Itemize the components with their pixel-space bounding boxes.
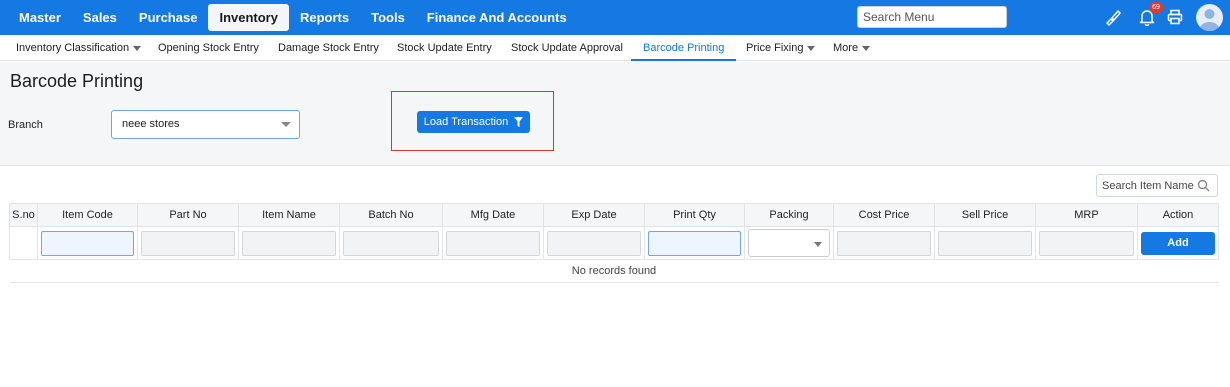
item-name-cell [238,226,340,260]
chevron-down-icon [862,45,871,51]
no-records-message: No records found [9,259,1219,283]
print-qty-input[interactable] [648,230,741,256]
col-cost-price: Cost Price [833,203,935,227]
tab-barcode-printing[interactable]: Barcode Printing [631,35,737,61]
menu-master[interactable]: Master [8,4,72,31]
mrp-cell [1035,226,1138,260]
menu-reports[interactable]: Reports [289,4,360,31]
dropdown-arrow-icon [814,242,822,247]
table-header-row: S.no Item Code Part No Item Name Batch N… [9,203,1219,227]
col-packing: Packing [744,203,834,227]
menu-tools[interactable]: Tools [360,4,416,31]
sell-price-input[interactable] [938,230,1032,256]
sno-cell [9,226,38,260]
tab-price-fixing[interactable]: Price Fixing [746,35,816,61]
exp-date-cell [543,226,645,260]
search-menu-input[interactable] [857,6,1007,28]
batch-no-input[interactable] [343,230,439,256]
mfg-date-cell [442,226,544,260]
dropdown-arrow-icon [281,122,291,127]
tab-label: Price Fixing [746,42,804,54]
chevron-down-icon [807,45,816,51]
table-empty-row: No records found [9,259,1219,283]
col-part-no: Part No [137,203,239,227]
menu-purchase[interactable]: Purchase [128,4,209,31]
cost-price-cell [833,226,935,260]
brush-icon[interactable] [1103,7,1123,27]
tab-opening-stock-entry[interactable]: Opening Stock Entry [158,35,259,61]
branch-select[interactable]: neee stores [111,110,300,139]
mrp-input[interactable] [1039,230,1134,256]
col-item-code: Item Code [37,203,138,227]
sub-navbar: Inventory Classification Opening Stock E… [0,35,1230,61]
load-transaction-label: Load Transaction [423,116,509,128]
col-exp-date: Exp Date [543,203,645,227]
menu-finance-and-accounts[interactable]: Finance And Accounts [416,4,578,31]
add-button[interactable]: Add [1141,231,1215,255]
load-transaction-button[interactable]: Load Transaction [417,111,530,133]
search-icon [1197,179,1210,192]
tab-label: Inventory Classification [16,42,130,54]
col-print-qty: Print Qty [644,203,745,227]
col-mfg-date: Mfg Date [442,203,544,227]
col-sno: S.no [9,203,38,227]
tab-inventory-classification[interactable]: Inventory Classification [16,35,142,61]
main-menu: Master Sales Purchase Inventory Reports … [8,4,578,31]
table-entry-row: Add [9,226,1219,260]
packing-select[interactable] [748,229,830,257]
item-name-input[interactable] [242,230,336,256]
tab-stock-update-approval[interactable]: Stock Update Approval [511,35,623,61]
cost-price-input[interactable] [837,230,931,256]
packing-cell [744,226,834,260]
menu-inventory[interactable]: Inventory [208,4,289,31]
menu-sales[interactable]: Sales [72,4,128,31]
item-code-input[interactable] [41,230,134,256]
exp-date-input[interactable] [547,230,641,256]
sell-price-cell [934,226,1036,260]
branch-value: neee stores [122,118,180,130]
tab-label: More [833,42,859,54]
tab-stock-update-entry[interactable]: Stock Update Entry [397,35,492,61]
branch-label: Branch [8,119,43,131]
top-navbar: Master Sales Purchase Inventory Reports … [0,0,1230,35]
col-item-name: Item Name [238,203,340,227]
chevron-down-icon [133,45,142,51]
mfg-date-input[interactable] [446,230,540,256]
col-batch-no: Batch No [339,203,443,227]
filter-icon [514,117,524,127]
batch-no-cell [339,226,443,260]
items-table: S.no Item Code Part No Item Name Batch N… [9,203,1219,283]
printer-icon[interactable] [1165,7,1185,27]
part-no-cell [137,226,239,260]
page-title: Barcode Printing [10,71,144,91]
tab-more[interactable]: More [833,35,871,61]
col-mrp: MRP [1035,203,1138,227]
page-header [0,62,1230,94]
part-no-input[interactable] [141,230,235,256]
print-qty-cell [644,226,745,260]
tab-damage-stock-entry[interactable]: Damage Stock Entry [278,35,379,61]
col-sell-price: Sell Price [934,203,1036,227]
user-avatar-icon[interactable] [1196,4,1223,31]
item-code-cell [37,226,138,260]
action-cell: Add [1137,226,1219,260]
notification-badge: 69 [1149,2,1163,13]
col-action: Action [1137,203,1219,227]
